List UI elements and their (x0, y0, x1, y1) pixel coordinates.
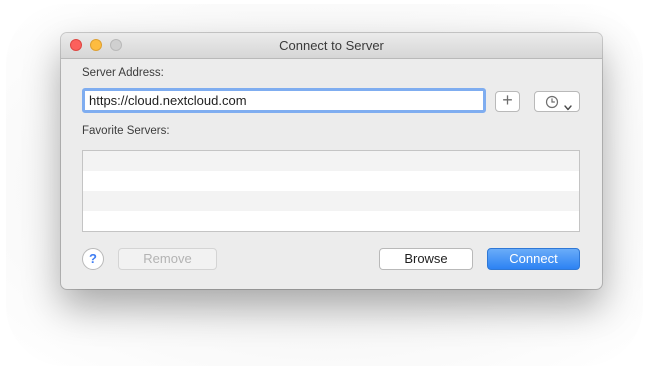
recent-servers-button[interactable] (534, 91, 580, 112)
server-address-label: Server Address: (82, 67, 164, 79)
clock-icon (545, 95, 559, 114)
list-row (83, 171, 579, 191)
remove-button: Remove (118, 248, 217, 270)
list-row (83, 211, 579, 231)
chevron-down-icon (564, 98, 572, 116)
window-title: Connect to Server (279, 38, 384, 53)
title-bar: Connect to Server (61, 33, 602, 59)
favorite-servers-label: Favorite Servers: (82, 125, 170, 137)
connect-button[interactable]: Connect (487, 248, 580, 270)
server-address-input[interactable] (82, 88, 486, 113)
browse-button[interactable]: Browse (379, 248, 473, 270)
help-button[interactable]: ? (82, 248, 104, 270)
connect-to-server-dialog: Connect to Server Server Address: + Favo… (61, 33, 602, 289)
list-row (83, 151, 579, 171)
add-favorite-button[interactable]: + (495, 91, 520, 112)
favorite-servers-list[interactable] (82, 150, 580, 232)
list-row (83, 191, 579, 211)
